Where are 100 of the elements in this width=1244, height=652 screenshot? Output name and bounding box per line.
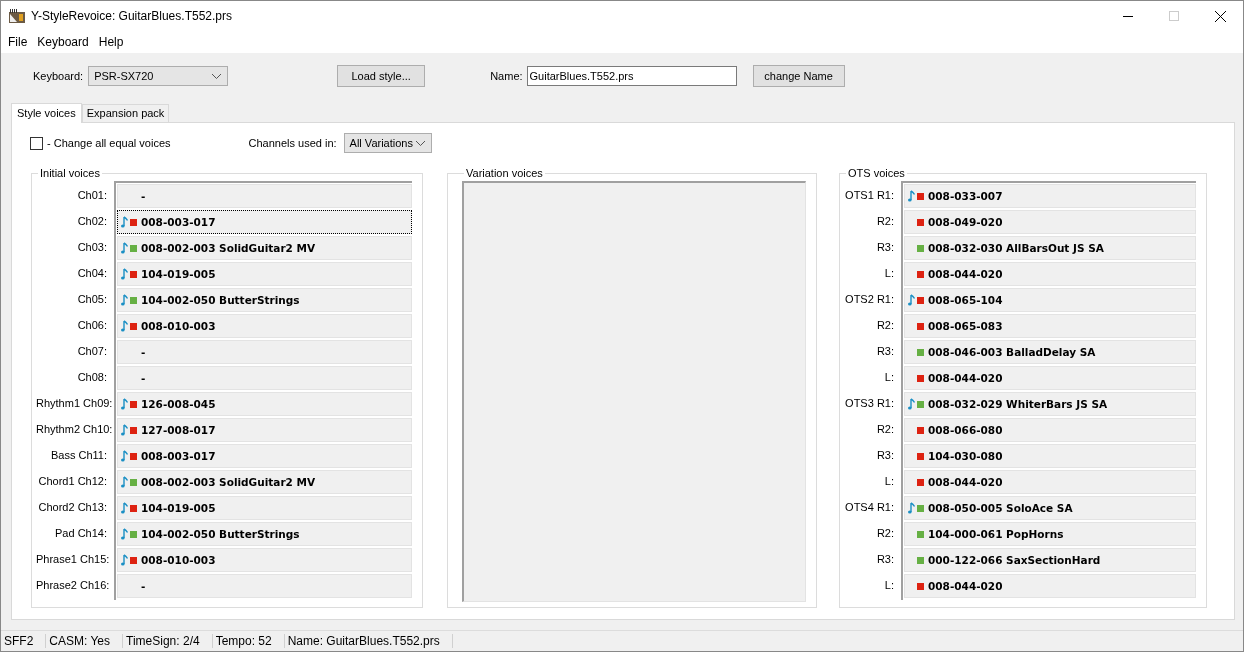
voice-name: 008-010-003: [141, 320, 216, 332]
chevron-down-icon: [415, 140, 425, 146]
window-title: Y-StyleRevoice: GuitarBlues.T552.prs: [31, 9, 232, 23]
voice-item[interactable]: 008-065-083: [904, 314, 1196, 338]
ots-label: R3:: [875, 344, 895, 359]
voice-item[interactable]: 104-002-050 ButterStrings: [117, 522, 412, 546]
voice-name: 104-019-005: [141, 268, 216, 280]
ots-label: R2:: [875, 422, 895, 437]
voice-name: 008-044-020: [928, 268, 1003, 280]
ots-label: R2:: [875, 318, 895, 333]
channels-dropdown[interactable]: All Variations: [343, 133, 432, 153]
voice-item[interactable]: 008-032-030 AllBarsOut JS SA: [904, 236, 1196, 260]
voice-item[interactable]: 104-000-061 PopHorns: [904, 522, 1196, 546]
voice-name: 008-002-003 SolidGuitar2 MV: [141, 242, 316, 254]
voice-name: 008-044-020: [928, 372, 1003, 384]
channel-label: Chord2 Ch13:: [37, 500, 108, 515]
checkbox[interactable]: [30, 136, 43, 150]
voice-item[interactable]: 008-010-003: [117, 548, 412, 572]
load-style-button[interactable]: Load style...: [337, 65, 426, 87]
voice-item[interactable]: 008-044-020: [904, 470, 1196, 494]
voice-item[interactable]: 008-066-080: [904, 418, 1196, 442]
voice-name: 008-033-007: [928, 190, 1003, 202]
voice-name: -: [141, 190, 146, 202]
channel-label: Phrase2 Ch16:: [36, 578, 111, 593]
ots-label: R2:: [875, 526, 895, 541]
voice-name: 126-008-045: [141, 398, 216, 410]
channel-label: Phrase1 Ch15:: [36, 552, 111, 567]
voice-item[interactable]: 104-019-005: [117, 262, 412, 286]
voice-item[interactable]: 008-033-007: [904, 184, 1196, 208]
voice-item[interactable]: 008-044-020: [904, 366, 1196, 390]
voice-name: 104-002-050 ButterStrings: [141, 294, 300, 306]
voice-item[interactable]: 104-002-050 ButterStrings: [117, 288, 412, 312]
menu-item[interactable]: Keyboard: [32, 35, 94, 49]
group-title: OTS voices: [847, 167, 906, 179]
ots-label: L:: [883, 266, 895, 281]
voice-name: 008-044-020: [928, 580, 1003, 592]
channel-label: Chord1 Ch12:: [37, 474, 108, 489]
channel-label: Ch02:: [76, 214, 108, 229]
channel-label: Rhythm2 Ch10:: [36, 422, 114, 437]
voice-name: 008-010-003: [141, 554, 216, 566]
ots-label: OTS4 R1:: [844, 500, 895, 515]
voice-name: 104-000-061 PopHorns: [928, 528, 1064, 540]
chevron-down-icon: [212, 73, 222, 79]
ots-label: R3:: [875, 240, 895, 255]
ots-label: OTS3 R1:: [844, 396, 895, 411]
voice-item[interactable]: 008-032-029 WhiterBars JS SA: [904, 392, 1196, 416]
ots-label: L:: [883, 474, 895, 489]
status-item: TimeSign: 2/4: [123, 634, 213, 648]
channels-label: Channels used in:: [248, 137, 337, 149]
voice-item[interactable]: 104-019-005: [117, 496, 412, 520]
menu-item[interactable]: File: [3, 35, 33, 49]
voice-name: -: [141, 580, 146, 592]
channel-label: Ch03:: [76, 240, 108, 255]
voice-item[interactable]: -: [117, 574, 412, 598]
tab[interactable]: Style voices: [11, 103, 82, 123]
menu-item[interactable]: Help: [93, 35, 129, 49]
app-icon: [9, 9, 25, 23]
voice-item[interactable]: -: [117, 366, 412, 390]
voice-name: 008-065-083: [928, 320, 1003, 332]
channel-label: Ch06:: [76, 318, 108, 333]
voice-item[interactable]: 008-046-003 BalladDelay SA: [904, 340, 1196, 364]
channel-label: Bass Ch11:: [49, 448, 108, 463]
status-item: Tempo: 52: [212, 634, 285, 648]
voice-name: 008-046-003 BalladDelay SA: [928, 346, 1096, 358]
status-item: SFF2: [1, 634, 47, 648]
voice-item[interactable]: 008-050-005 SoloAce SA: [904, 496, 1196, 520]
voice-name: -: [141, 372, 146, 384]
voice-name: 008-002-003 SolidGuitar2 MV: [141, 476, 316, 488]
voice-item[interactable]: -: [117, 184, 412, 208]
change-name-button[interactable]: change Name: [752, 65, 845, 87]
voice-item[interactable]: 008-010-003: [117, 314, 412, 338]
keyboard-label: Keyboard:: [33, 70, 84, 82]
keyboard-dropdown[interactable]: PSR-SX720: [88, 66, 229, 86]
voice-item[interactable]: 126-008-045: [117, 392, 412, 416]
voice-item[interactable]: 008-003-017: [117, 444, 412, 468]
voice-name: 104-019-005: [141, 502, 216, 514]
voice-item[interactable]: 008-044-020: [904, 574, 1196, 598]
voice-item[interactable]: 008-044-020: [904, 262, 1196, 286]
voice-item[interactable]: 104-030-080: [904, 444, 1196, 468]
voice-item[interactable]: -: [117, 340, 412, 364]
close-icon: [1214, 10, 1226, 22]
voice-name: -: [141, 346, 146, 358]
group-title: Variation voices: [465, 167, 544, 179]
voice-item[interactable]: 127-008-017: [117, 418, 412, 442]
voice-item[interactable]: 008-065-104: [904, 288, 1196, 312]
tab[interactable]: Expansion pack: [81, 104, 170, 122]
voice-item[interactable]: 000-122-066 SaxSectionHard: [904, 548, 1196, 572]
voice-item[interactable]: 008-003-017: [117, 210, 412, 234]
ots-label: OTS1 R1:: [844, 188, 895, 203]
channel-label: Ch07:: [76, 344, 108, 359]
name-label: Name:: [490, 70, 523, 82]
ots-label: R3:: [875, 552, 895, 567]
voice-name: 008-049-020: [928, 216, 1003, 228]
voice-item[interactable]: 008-002-003 SolidGuitar2 MV: [117, 236, 412, 260]
name-field[interactable]: GuitarBlues.T552.prs: [526, 66, 737, 86]
maximize-icon: [1169, 11, 1179, 21]
voice-name: 008-032-030 AllBarsOut JS SA: [928, 242, 1104, 254]
voice-item[interactable]: 008-002-003 SolidGuitar2 MV: [117, 470, 412, 494]
voice-name: 104-030-080: [928, 450, 1003, 462]
voice-item[interactable]: 008-049-020: [904, 210, 1196, 234]
